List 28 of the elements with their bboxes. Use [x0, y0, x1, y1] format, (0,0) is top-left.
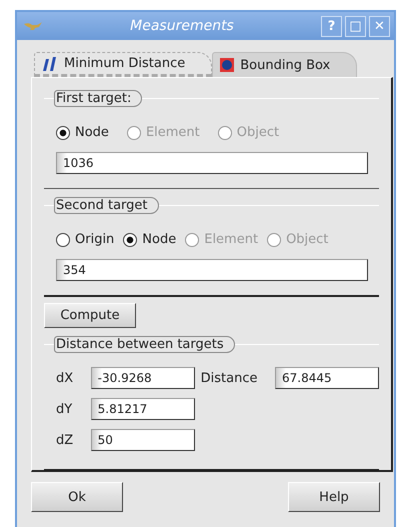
radio-circle[interactable]	[123, 232, 138, 246]
radio-option[interactable]: Origin	[56, 232, 114, 247]
radio-option[interactable]: Node	[123, 232, 176, 247]
tab[interactable]: Minimum Distance	[34, 52, 212, 77]
field-label: dY	[56, 402, 74, 416]
input-field[interactable]: 5.81217	[90, 398, 195, 420]
group-label: First target:	[54, 90, 142, 107]
help-button[interactable]: Help	[288, 482, 380, 512]
radio-circle[interactable]	[56, 126, 70, 140]
compute-button[interactable]: Compute	[44, 303, 136, 328]
group-label: Second target	[54, 197, 159, 214]
radio-circle[interactable]	[56, 232, 70, 246]
input-field[interactable]: -30.9268	[90, 367, 195, 389]
tab[interactable]: Bounding Box	[212, 52, 358, 77]
ok-button[interactable]: Ok	[31, 482, 123, 512]
pins-icon	[41, 56, 59, 72]
lamp-icon	[23, 21, 43, 31]
field-label: Distance	[200, 370, 258, 386]
input-field[interactable]: 354	[56, 259, 368, 281]
cube-icon	[219, 57, 236, 73]
radio-option[interactable]: Node	[56, 125, 109, 140]
field-label: dX	[56, 370, 74, 386]
input-field[interactable]: 67.8445	[275, 367, 379, 389]
input-field[interactable]: 1036	[56, 152, 368, 174]
window-title: Measurements	[129, 18, 235, 34]
field-label: dZ	[56, 432, 74, 448]
input-field[interactable]: 50	[90, 429, 195, 451]
group-label: Distance between targets	[54, 336, 235, 353]
